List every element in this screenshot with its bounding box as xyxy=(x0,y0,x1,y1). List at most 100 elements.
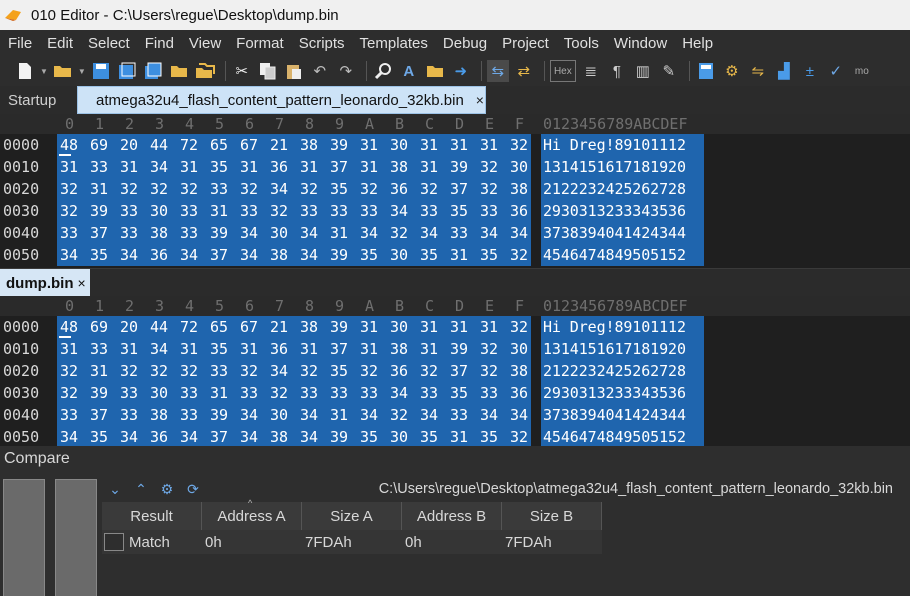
hex-byte[interactable]: 33 xyxy=(450,406,468,424)
hex-byte[interactable]: 31 xyxy=(450,136,468,154)
hex-byte[interactable]: 33 xyxy=(420,202,438,220)
hex-byte[interactable]: 31 xyxy=(240,340,258,358)
folders-icon[interactable] xyxy=(194,60,216,82)
ascii-text[interactable]: 2122232425262728 xyxy=(543,180,686,198)
ascii-text[interactable]: Hi Dreg!89101112 xyxy=(543,318,686,336)
hex-byte[interactable]: 33 xyxy=(180,406,198,424)
ascii-text[interactable]: 1314151617181920 xyxy=(543,158,686,176)
hex-byte[interactable]: 32 xyxy=(480,158,498,176)
hex-byte[interactable]: 31 xyxy=(480,136,498,154)
hex-byte[interactable]: 34 xyxy=(480,224,498,242)
hex-byte[interactable]: 31 xyxy=(360,136,378,154)
new-file-icon[interactable] xyxy=(14,60,36,82)
hex-byte[interactable]: 20 xyxy=(120,318,138,336)
hex-byte[interactable]: 30 xyxy=(270,224,288,242)
ascii-selection[interactable]: 4546474849505152 xyxy=(541,244,704,266)
word-wrap-icon[interactable]: ≣ xyxy=(580,60,602,82)
save-as-icon[interactable] xyxy=(116,60,138,82)
hex-byte[interactable]: 31 xyxy=(120,158,138,176)
hex-byte[interactable]: 31 xyxy=(240,158,258,176)
hex-byte[interactable]: 31 xyxy=(360,318,378,336)
hex-byte[interactable]: 21 xyxy=(270,136,288,154)
ascii-text[interactable]: Hi Dreg!89101112 xyxy=(543,136,686,154)
hex-byte[interactable]: 31 xyxy=(210,202,228,220)
hex-byte[interactable]: 34 xyxy=(120,428,138,446)
hex-byte[interactable]: 48 xyxy=(60,136,78,154)
hex-byte[interactable]: 33 xyxy=(480,384,498,402)
hex-byte[interactable]: 67 xyxy=(240,318,258,336)
hex-byte[interactable]: 35 xyxy=(360,246,378,264)
hex-byte[interactable]: 31 xyxy=(420,158,438,176)
menu-help[interactable]: Help xyxy=(682,35,713,52)
replace-icon[interactable]: A xyxy=(398,60,420,82)
menu-templates[interactable]: Templates xyxy=(360,35,428,52)
hex-byte[interactable]: 31 xyxy=(420,318,438,336)
hex-byte[interactable]: 39 xyxy=(90,384,108,402)
previous-difference-icon[interactable]: ⌃ xyxy=(130,480,152,498)
folder-icon[interactable] xyxy=(168,60,190,82)
hex-byte[interactable]: 33 xyxy=(240,202,258,220)
hex-byte[interactable]: 38 xyxy=(390,158,408,176)
ascii-text[interactable]: 1314151617181920 xyxy=(543,340,686,358)
hex-byte[interactable]: 31 xyxy=(450,246,468,264)
hex-byte[interactable]: 31 xyxy=(210,384,228,402)
ascii-selection[interactable]: 4546474849505152 xyxy=(541,426,704,448)
find-icon[interactable] xyxy=(372,60,394,82)
hex-byte[interactable]: 33 xyxy=(60,224,78,242)
hex-byte[interactable]: 34 xyxy=(300,428,318,446)
hex-byte[interactable]: 34 xyxy=(420,224,438,242)
hex-byte[interactable]: 34 xyxy=(300,224,318,242)
hex-byte[interactable]: 44 xyxy=(150,318,168,336)
ascii-selection[interactable]: 2122232425262728 xyxy=(541,178,704,200)
checksum-icon[interactable]: ± xyxy=(799,60,821,82)
tab-dump-close-icon[interactable]: × xyxy=(78,275,86,291)
hex-byte[interactable]: 33 xyxy=(360,202,378,220)
hex-byte[interactable]: 30 xyxy=(150,384,168,402)
menu-project[interactable]: Project xyxy=(502,35,549,52)
redo-icon[interactable]: ↷ xyxy=(335,60,357,82)
hex-byte[interactable]: 34 xyxy=(240,406,258,424)
hex-byte[interactable]: 34 xyxy=(360,406,378,424)
hex-byte[interactable]: 31 xyxy=(60,340,78,358)
hex-byte[interactable]: 35 xyxy=(450,384,468,402)
copy-icon[interactable] xyxy=(257,60,279,82)
hex-byte[interactable]: 38 xyxy=(300,318,318,336)
tab-dump-bin[interactable]: dump.bin × xyxy=(0,269,90,297)
col-size-b[interactable]: Size B xyxy=(502,502,602,530)
compare-options-icon[interactable]: ⚙ xyxy=(156,480,178,498)
hex-byte[interactable]: 35 xyxy=(330,362,348,380)
hex-byte[interactable]: 35 xyxy=(420,246,438,264)
columns-icon[interactable]: ▥ xyxy=(632,60,654,82)
hex-byte[interactable]: 33 xyxy=(180,202,198,220)
hex-byte[interactable]: 34 xyxy=(420,406,438,424)
hex-byte[interactable]: 30 xyxy=(390,428,408,446)
hex-byte[interactable]: 32 xyxy=(180,362,198,380)
hex-byte[interactable]: 31 xyxy=(120,340,138,358)
hex-byte[interactable]: 32 xyxy=(270,202,288,220)
open-dropdown-icon[interactable]: ▼ xyxy=(78,67,86,76)
ascii-selection[interactable]: 1314151617181920 xyxy=(541,338,704,360)
hex-byte[interactable]: 32 xyxy=(420,180,438,198)
hex-byte[interactable]: 38 xyxy=(390,340,408,358)
ascii-selection[interactable]: 3738394041424344 xyxy=(541,404,704,426)
hex-byte[interactable]: 38 xyxy=(270,428,288,446)
menu-scripts[interactable]: Scripts xyxy=(299,35,345,52)
hex-byte[interactable]: 32 xyxy=(150,180,168,198)
hex-byte[interactable]: 20 xyxy=(120,136,138,154)
hex-byte[interactable]: 32 xyxy=(60,202,78,220)
next-difference-icon[interactable]: ⌄ xyxy=(104,480,126,498)
hex-byte[interactable]: 33 xyxy=(120,406,138,424)
paragraph-icon[interactable]: ¶ xyxy=(606,60,628,82)
hex-byte[interactable]: 39 xyxy=(330,246,348,264)
hex-byte[interactable]: 39 xyxy=(210,406,228,424)
tab-close-icon[interactable]: × xyxy=(476,92,484,108)
hex-byte[interactable]: 33 xyxy=(300,384,318,402)
hex-byte[interactable]: 34 xyxy=(240,224,258,242)
hex-byte[interactable]: 35 xyxy=(420,428,438,446)
hex-byte[interactable]: 36 xyxy=(390,362,408,380)
hex-byte[interactable]: 31 xyxy=(360,158,378,176)
hex-byte[interactable]: 31 xyxy=(180,340,198,358)
hex-byte[interactable]: 44 xyxy=(150,136,168,154)
menu-debug[interactable]: Debug xyxy=(443,35,487,52)
highlight-icon[interactable]: ✎ xyxy=(658,60,680,82)
